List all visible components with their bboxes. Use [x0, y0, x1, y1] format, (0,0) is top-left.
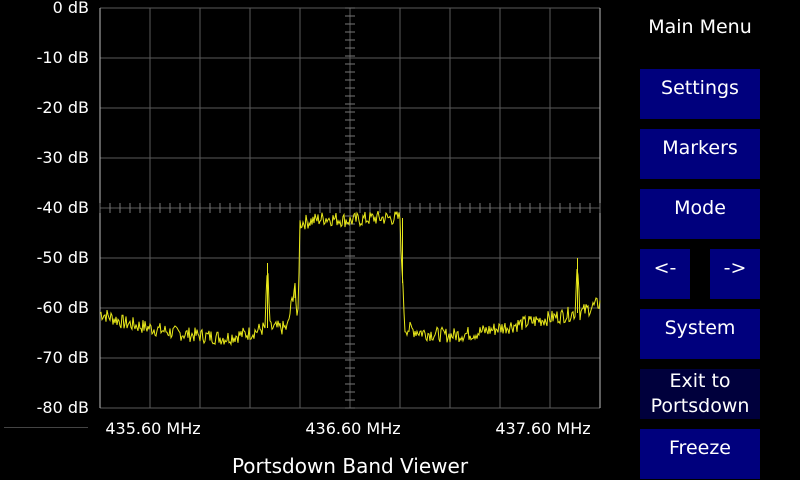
menu-title: Main Menu	[648, 16, 752, 38]
y-tick-label: -60 dB	[36, 298, 89, 317]
exit-to-portsdown-button[interactable]: Exit to Portsdown	[640, 369, 760, 419]
y-tick-label: -50 dB	[36, 248, 89, 267]
freeze-label: Freeze	[669, 437, 731, 459]
x-tick-label: 435.60 MHz	[105, 419, 201, 438]
y-tick-label: -80 dB	[36, 398, 89, 417]
mode-label: Mode	[674, 197, 726, 219]
axis-separator	[4, 427, 88, 428]
system-button[interactable]: System	[640, 309, 760, 359]
markers-label: Markers	[662, 137, 738, 159]
left-label: <-	[653, 257, 677, 279]
exit-label-line1: Exit to	[669, 370, 731, 392]
markers-button[interactable]: Markers	[640, 129, 760, 179]
right-button[interactable]: ->	[710, 249, 760, 299]
exit-label: Exit to Portsdown	[651, 369, 750, 419]
y-tick-label: -40 dB	[36, 198, 89, 217]
y-tick-label: -30 dB	[36, 148, 89, 167]
mode-button[interactable]: Mode	[640, 189, 760, 239]
app-title: Portsdown Band Viewer	[231, 454, 469, 478]
left-button[interactable]: <-	[640, 249, 690, 299]
y-tick-label: 0 dB	[52, 0, 89, 17]
x-tick-label: 437.60 MHz	[495, 419, 591, 438]
settings-button[interactable]: Settings	[640, 69, 760, 119]
y-tick-label: -10 dB	[36, 48, 89, 67]
exit-label-line2: Portsdown	[650, 395, 750, 417]
settings-label: Settings	[661, 77, 739, 99]
y-tick-label: -70 dB	[36, 348, 89, 367]
right-label: ->	[723, 257, 747, 279]
system-label: System	[664, 317, 736, 339]
x-tick-label: 436.60 MHz	[305, 419, 401, 438]
freeze-button[interactable]: Freeze	[640, 429, 760, 479]
y-tick-label: -20 dB	[36, 98, 89, 117]
